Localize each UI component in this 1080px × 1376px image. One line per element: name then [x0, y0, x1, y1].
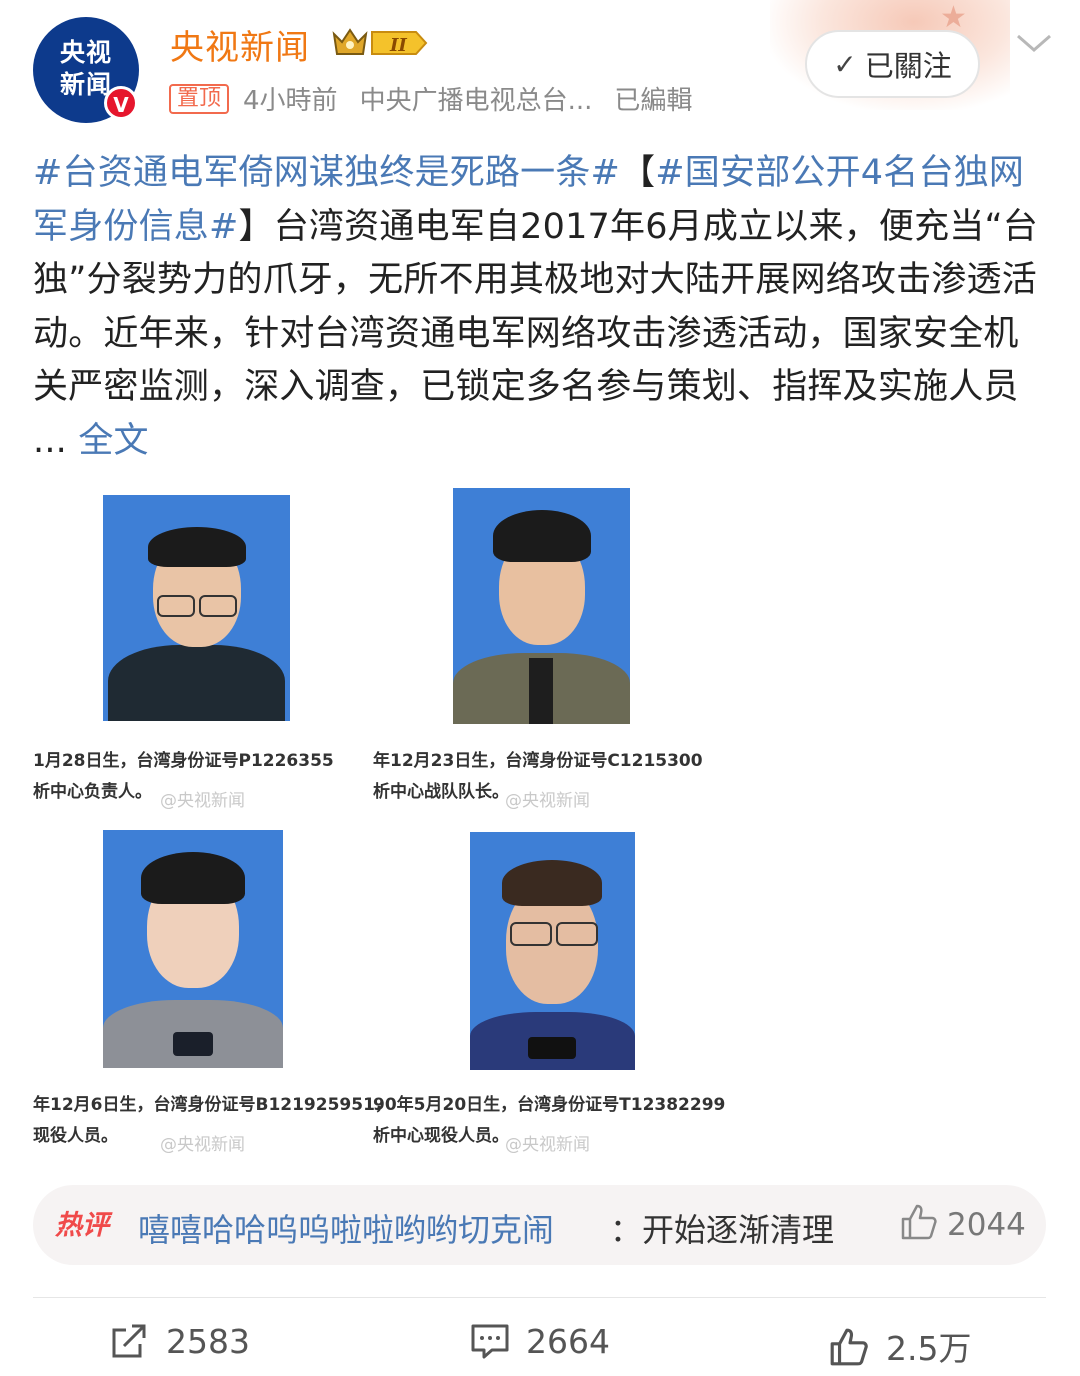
portrait-image[interactable] [470, 832, 635, 1070]
comment-button[interactable]: 2664 [470, 1322, 610, 1361]
follow-button[interactable]: ✓ 已關注 [805, 30, 980, 98]
follow-button-label: 已關注 [864, 49, 952, 83]
check-icon: ✓ [833, 47, 857, 81]
full-text-link[interactable]: 全文 [78, 421, 148, 461]
hot-comment-label: 热评 [55, 1210, 109, 1241]
hot-comment-text: ：开始逐渐清理 [610, 1211, 835, 1249]
hot-comment-like-count: 2044 [947, 1207, 1026, 1243]
watermark: @央视新闻 [160, 791, 245, 811]
watermark: @央视新闻 [160, 1135, 245, 1155]
hot-comment-user[interactable]: 嘻嘻哈哈呜呜啦啦哟哟切克闹 [138, 1205, 554, 1251]
repost-count: 2583 [166, 1322, 250, 1361]
edited-label[interactable]: 已編輯 [614, 86, 692, 116]
repost-icon [112, 1324, 146, 1358]
chevron-down-icon[interactable] [1014, 28, 1054, 58]
post-header: ★ 央视 新闻 V 央视新闻 II 置顶 4小時前 中央广播电视总台... 已編輯 ✓… [0, 0, 1080, 135]
image-caption: 1月28日生，台湾身份证号P1226355 [33, 751, 334, 771]
post-text: #台资通电军倚网谋独终是死路一条#【#国安部公开4名台独网军身份信息#】台湾资通… [33, 147, 1043, 468]
image-caption: 析中心战队队长。 [373, 782, 509, 802]
post-source: 中央广播电视总台... [359, 86, 593, 116]
portrait-image[interactable] [103, 495, 290, 721]
image-caption: 年12月6日生，台湾身份证号B121925951， [33, 1095, 392, 1115]
comment-count: 2664 [526, 1322, 610, 1361]
portrait-image[interactable] [103, 830, 283, 1068]
image-grid: 1月28日生，台湾身份证号P1226355 析中心负责人。 @央视新闻 年12月… [0, 480, 1080, 1160]
portrait-image[interactable] [453, 488, 630, 724]
author-name[interactable]: 央视新闻 [170, 20, 310, 69]
post-time: 4小時前 [243, 86, 338, 116]
image-caption: 90年5月20日生，台湾身份证号T12382299 [373, 1095, 726, 1115]
avatar-text-top: 央视 [59, 38, 112, 67]
like-count: 2.5万 [886, 1329, 972, 1368]
bracket-open: 【 [620, 153, 656, 193]
repost-button[interactable]: 2583 [110, 1322, 250, 1361]
divider [33, 1297, 1046, 1298]
image-caption: 析中心负责人。 [33, 782, 152, 802]
post-meta: 置顶 4小時前 中央广播电视总台... 已編輯 [169, 80, 714, 116]
hashtag-link[interactable]: #台资通电军倚网谋独终是死路一条# [33, 153, 620, 193]
vip-crown-icon: II [332, 28, 428, 56]
level-badge-text: II [389, 35, 407, 56]
action-bar: 2583 2664 2.5万 [0, 1310, 1080, 1376]
thumbs-up-icon [901, 1204, 937, 1240]
verified-icon: V [104, 86, 138, 120]
pinned-tag: 置顶 [169, 83, 230, 114]
watermark: @央视新闻 [505, 791, 590, 811]
image-caption: 析中心现役人员。 [373, 1126, 509, 1146]
hot-comment-like[interactable]: 2044 [899, 1203, 1026, 1243]
bracket-close: 】 [238, 206, 274, 247]
comment-icon [471, 1324, 509, 1359]
hot-comment[interactable]: 热评 嘻嘻哈哈呜呜啦啦哟哟切克闹 ：开始逐渐清理 2044 [33, 1185, 1046, 1265]
watermark: @央视新闻 [505, 1135, 590, 1155]
image-caption: 现役人员。 [33, 1126, 118, 1146]
thumbs-up-icon [830, 1328, 868, 1366]
like-button[interactable]: 2.5万 [828, 1322, 971, 1370]
image-caption: 年12月23日生，台湾身份证号C1215300 [373, 751, 703, 771]
